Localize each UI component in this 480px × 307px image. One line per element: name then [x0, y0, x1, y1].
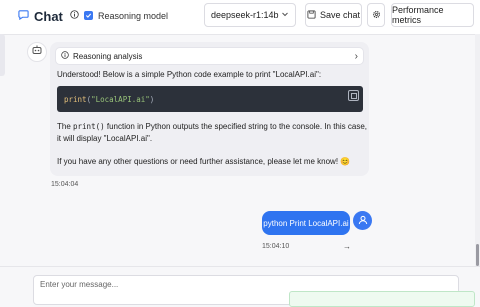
- reasoning-model-toggle[interactable]: Reasoning model: [70, 10, 168, 21]
- save-chat-button[interactable]: Save chat: [305, 3, 362, 27]
- assistant-intro-text: Understood! Below is a simple Python cod…: [57, 70, 322, 79]
- code-function: print: [64, 95, 87, 104]
- info-icon: [70, 10, 79, 21]
- chevron-down-icon: [281, 10, 289, 20]
- page-title: Chat: [34, 8, 63, 24]
- top-bar: Chat Reasoning model deepseek-r1:14b Sav…: [0, 0, 480, 35]
- reasoning-analysis-label: Reasoning analysis: [73, 51, 143, 61]
- user-avatar: [353, 211, 372, 230]
- model-select[interactable]: deepseek-r1:14b: [204, 3, 296, 27]
- scrollbar-track[interactable]: [475, 34, 480, 266]
- scrollbar-thumb[interactable]: [476, 244, 479, 266]
- app-title-group: Chat: [18, 7, 63, 25]
- assistant-avatar: [27, 42, 47, 62]
- code-paren-close: ): [149, 95, 155, 104]
- code-string: "LocalAPI.ai": [91, 95, 150, 104]
- model-select-value: deepseek-r1:14b: [211, 10, 279, 20]
- user-message-bubble: python Print LocalAPI.ai: [262, 211, 350, 235]
- robot-icon: [31, 43, 43, 61]
- gear-icon: [372, 10, 381, 21]
- explain-pre: The: [57, 122, 74, 131]
- info-icon: [61, 51, 69, 61]
- user-timestamp: 15:04:10: [262, 243, 290, 250]
- reasoning-label: Reasoning model: [98, 10, 169, 21]
- assistant-closing-text: If you have any other questions or need …: [57, 157, 351, 166]
- performance-metrics-button[interactable]: Performance metrics: [391, 3, 474, 27]
- message-input[interactable]: [40, 280, 340, 289]
- chat-bubble-icon: [18, 7, 29, 25]
- reasoning-checkbox[interactable]: [84, 11, 93, 20]
- save-icon: [307, 9, 316, 21]
- inline-code: print(): [73, 122, 105, 131]
- user-message-text: python Print LocalAPI.ai: [263, 218, 349, 228]
- sidebar-handle[interactable]: [0, 34, 5, 76]
- status-toast: [289, 291, 475, 307]
- chevron-right-icon: ›: [354, 50, 358, 62]
- assistant-timestamp: 15:04:04: [51, 181, 79, 188]
- settings-button[interactable]: [367, 3, 385, 27]
- code-block: print("LocalAPI.ai"): [57, 86, 363, 112]
- resend-arrow-icon[interactable]: →: [343, 242, 351, 251]
- user-icon: [358, 212, 368, 230]
- reasoning-analysis-toggle[interactable]: Reasoning analysis ›: [55, 47, 364, 65]
- copy-code-button[interactable]: [348, 90, 359, 101]
- code-line: print("LocalAPI.ai"): [64, 95, 154, 104]
- performance-metrics-label: Performance metrics: [392, 5, 444, 25]
- save-chat-label: Save chat: [319, 10, 361, 20]
- composer-divider: [0, 266, 480, 267]
- assistant-explanation-text: The print() function in Python outputs t…: [57, 121, 367, 145]
